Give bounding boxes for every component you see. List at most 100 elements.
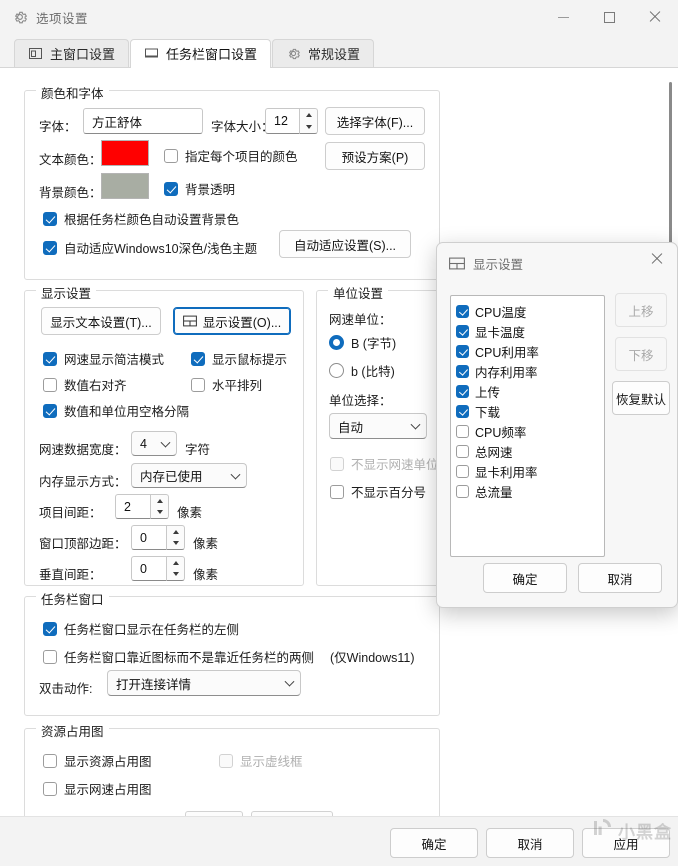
spinner-up-icon[interactable]	[305, 113, 312, 117]
restore-default-button-label: 恢复默认	[615, 392, 666, 407]
spinner-up-icon[interactable]	[156, 498, 163, 503]
dialog-ok-button[interactable]: 确定	[483, 563, 567, 593]
text-settings-button[interactable]: 显示文本设置(T)...	[41, 307, 161, 335]
spinner-down-icon[interactable]	[156, 510, 163, 515]
near-icons-note: (仅Windows11)	[330, 651, 415, 665]
spinner-up-icon[interactable]	[172, 529, 179, 534]
dialog-cancel-button[interactable]: 取消	[578, 563, 662, 593]
item-spacing-spinner[interactable]: 2	[115, 494, 169, 519]
checkbox-box	[456, 404, 469, 418]
list-item[interactable]: 总网速	[454, 441, 604, 461]
list-item[interactable]: CPU利用率	[454, 341, 604, 361]
list-item[interactable]: 内存利用率	[454, 361, 604, 381]
spinner-down-icon[interactable]	[172, 541, 179, 546]
close-button[interactable]	[632, 0, 678, 34]
checkbox-show-netspeed-graph[interactable]: 显示网速占用图	[43, 779, 152, 798]
list-item-label: 内存利用率	[475, 365, 538, 380]
taskbar-window-group: 任务栏窗口 任务栏窗口显示在任务栏的左侧 任务栏窗口靠近图标而不是靠近任务栏的两…	[24, 589, 440, 716]
checkbox-hide-net-unit: 不显示网速单位	[330, 454, 439, 473]
unit-select[interactable]: 自动	[329, 413, 427, 439]
checkbox-show-resource-graph[interactable]: 显示资源占用图	[43, 751, 152, 770]
checkbox-simple-mode[interactable]: 网速显示简洁模式	[43, 349, 164, 368]
list-item[interactable]: CPU频率	[454, 421, 604, 441]
auto-bg-color-checkbox[interactable]: 根据任务栏颜色自动设置背景色	[43, 209, 239, 228]
footer-bar: 确定 取消 应用	[0, 816, 678, 866]
checkbox-hide-percent[interactable]: 不显示百分号	[330, 482, 426, 501]
top-margin-spinner-buttons[interactable]	[166, 525, 185, 550]
checkbox-horizontal-layout[interactable]: 水平排列	[191, 375, 262, 394]
checkbox-right-align[interactable]: 数值右对齐	[43, 375, 127, 394]
choose-font-button[interactable]: 选择字体(F)...	[325, 107, 425, 135]
top-margin-spinner[interactable]: 0	[131, 525, 185, 550]
bg-transparent-checkbox[interactable]: 背景透明	[164, 179, 235, 198]
display-settings-button-label: 显示设置(O)...	[202, 315, 282, 330]
font-size-spinner-buttons[interactable]	[299, 108, 318, 134]
taskbar-window-icon	[144, 46, 159, 61]
net-width-label: 网速数据宽度：	[39, 443, 127, 457]
display-settings-button[interactable]: 显示设置(O)...	[173, 307, 291, 335]
font-size-value: 12	[265, 108, 299, 134]
dblclick-action-select[interactable]: 打开连接详情	[107, 670, 301, 696]
move-down-button[interactable]: 下移	[615, 337, 667, 371]
checkbox-taskbar-near-icons[interactable]: 任务栏窗口靠近图标而不是靠近任务栏的两侧	[43, 647, 314, 666]
grid-icon	[182, 315, 197, 327]
font-size-spinner[interactable]: 12	[265, 108, 318, 134]
scrollbar-thumb[interactable]	[669, 82, 672, 254]
radio-bytes[interactable]: B (字节)	[329, 333, 396, 352]
list-item[interactable]: CPU温度	[454, 301, 604, 321]
checkbox-taskbar-left[interactable]: 任务栏窗口显示在任务栏的左侧	[43, 619, 239, 638]
vertical-spacing-spinner-buttons[interactable]	[166, 556, 185, 581]
apply-button[interactable]: 应用	[582, 828, 670, 858]
list-item[interactable]: 下载	[454, 401, 604, 421]
list-item[interactable]: 显卡利用率	[454, 461, 604, 481]
choose-font-button-label: 选择字体(F)...	[336, 115, 414, 130]
tab-main-window[interactable]: 主窗口设置	[14, 39, 130, 67]
tab-taskbar-window-label: 任务栏窗口设置	[166, 47, 258, 62]
checkbox-space-separator[interactable]: 数值和单位用空格分隔	[43, 401, 189, 420]
font-input[interactable]: 方正舒体	[83, 108, 203, 134]
bg-color-swatch[interactable]	[101, 173, 149, 199]
tab-general[interactable]: 常规设置	[272, 39, 375, 67]
auto-theme-checkbox[interactable]: 自动适应Windows10深色/浅色主题	[43, 238, 257, 257]
spinner-up-icon[interactable]	[172, 560, 179, 565]
ok-button[interactable]: 确定	[390, 828, 478, 858]
unit-select-value: 自动	[338, 420, 364, 435]
list-item[interactable]: 上传	[454, 381, 604, 401]
tab-strip: 主窗口设置 任务栏窗口设置 常规设置	[0, 39, 678, 68]
checkbox-space-separator-label: 数值和单位用空格分隔	[64, 405, 190, 419]
checkbox-mouse-tip[interactable]: 显示鼠标提示	[191, 349, 287, 368]
metrics-listbox[interactable]: CPU温度 显卡温度 CPU利用率 内存利用率 上传 下载 CPU频率 总网速 …	[450, 295, 605, 557]
cancel-button[interactable]: 取消	[486, 828, 574, 858]
checkbox-box	[164, 148, 178, 163]
restore-default-button[interactable]: 恢复默认	[612, 381, 670, 415]
net-width-select[interactable]: 4	[131, 431, 177, 456]
auto-theme-settings-button[interactable]: 自动适应设置(S)...	[279, 230, 411, 258]
chevron-down-icon	[410, 419, 421, 430]
bg-color-label: 背景颜色：	[39, 186, 102, 200]
net-width-value: 4	[140, 436, 147, 451]
checkbox-box	[456, 384, 469, 398]
minimize-button[interactable]	[540, 0, 586, 34]
checkbox-box	[456, 484, 469, 498]
item-spacing-value: 2	[115, 494, 150, 519]
radio-dot	[329, 363, 344, 378]
preset-scheme-button[interactable]: 预设方案(P)	[325, 142, 425, 170]
checkbox-box	[330, 484, 344, 499]
list-item-label: CPU频率	[475, 425, 527, 440]
list-item[interactable]: 显卡温度	[454, 321, 604, 341]
auto-theme-settings-label: 自动适应设置(S)...	[293, 238, 397, 253]
tab-taskbar-window[interactable]: 任务栏窗口设置	[130, 39, 272, 68]
spinner-down-icon[interactable]	[172, 572, 179, 577]
spinner-down-icon[interactable]	[305, 125, 312, 129]
chevron-down-icon	[284, 676, 295, 687]
maximize-button[interactable]	[586, 0, 632, 34]
vertical-spacing-spinner[interactable]: 0	[131, 556, 185, 581]
per-item-color-checkbox[interactable]: 指定每个项目的颜色	[164, 146, 298, 165]
item-spacing-spinner-buttons[interactable]	[150, 494, 169, 519]
mem-mode-select[interactable]: 内存已使用	[131, 463, 247, 488]
dialog-close-button[interactable]	[639, 245, 675, 273]
move-up-button[interactable]: 上移	[615, 293, 667, 327]
text-color-swatch[interactable]	[101, 140, 149, 166]
radio-bits[interactable]: b (比特)	[329, 361, 395, 380]
list-item[interactable]: 总流量	[454, 481, 604, 501]
